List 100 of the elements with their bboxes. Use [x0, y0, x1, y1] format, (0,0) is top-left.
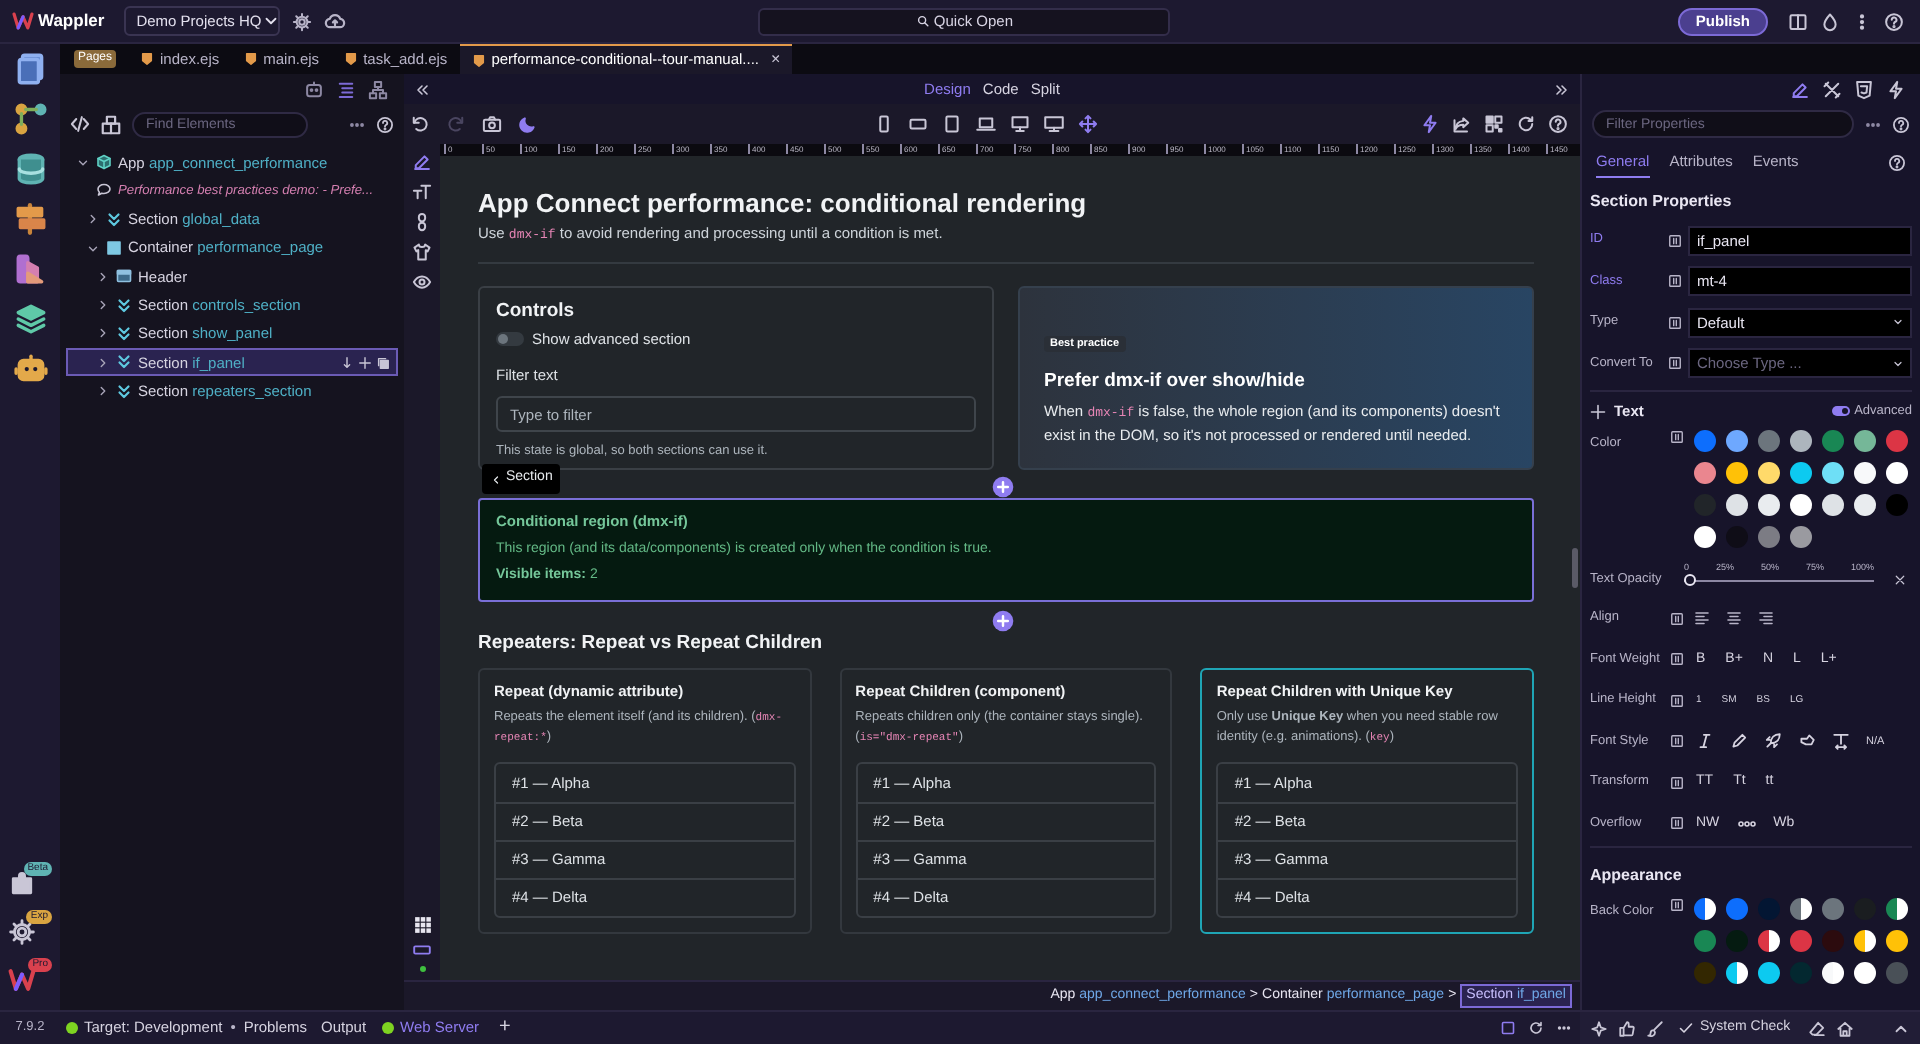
- lightning-icon[interactable]: [1420, 114, 1440, 134]
- binding-icon[interactable]: [1668, 274, 1683, 289]
- eye-icon[interactable]: [412, 272, 432, 292]
- css-icon[interactable]: [1854, 79, 1874, 99]
- binding-icon[interactable]: [1670, 693, 1684, 708]
- add-button[interactable]: [992, 476, 1014, 498]
- help-icon[interactable]: [1884, 11, 1904, 31]
- help-icon[interactable]: [1892, 115, 1910, 133]
- undo-icon[interactable]: [410, 114, 430, 134]
- arrow-down-icon[interactable]: [340, 355, 354, 370]
- plus-icon[interactable]: [358, 355, 372, 370]
- help-icon[interactable]: [376, 115, 394, 133]
- color-swatch[interactable]: [1886, 898, 1908, 920]
- droplet-icon[interactable]: [1820, 11, 1840, 31]
- color-swatch[interactable]: [1694, 898, 1716, 920]
- phone-icon[interactable]: [874, 114, 894, 134]
- binding-icon[interactable]: [1670, 611, 1684, 626]
- align-center-icon[interactable]: [1726, 610, 1742, 627]
- color-swatch[interactable]: [1726, 962, 1748, 984]
- color-swatch[interactable]: [1790, 494, 1812, 516]
- binding-icon[interactable]: [1670, 734, 1684, 749]
- color-swatch[interactable]: [1758, 526, 1780, 548]
- switch-icon[interactable]: [1832, 406, 1851, 416]
- cloud-upload-icon[interactable]: [324, 10, 347, 32]
- tablet-icon[interactable]: [942, 114, 962, 134]
- monitor-icon[interactable]: [1044, 114, 1064, 134]
- slider-thumb[interactable]: [1684, 574, 1696, 587]
- moon-icon[interactable]: [518, 114, 538, 134]
- shirt-icon[interactable]: [412, 242, 432, 262]
- square-icon[interactable]: [1500, 1020, 1516, 1036]
- color-swatch[interactable]: [1790, 930, 1812, 952]
- chevron-down-icon[interactable]: [86, 241, 100, 256]
- qr-icon[interactable]: [1484, 114, 1504, 134]
- binding-icon[interactable]: [1668, 315, 1683, 330]
- color-swatch[interactable]: [1822, 494, 1844, 516]
- robot-icon[interactable]: [304, 79, 324, 99]
- color-swatch[interactable]: [1886, 962, 1908, 984]
- collapse-left-icon[interactable]: [414, 81, 430, 97]
- pencil-icon[interactable]: [1730, 732, 1748, 751]
- add-button[interactable]: +: [499, 1018, 511, 1038]
- text-size-icon[interactable]: [412, 182, 432, 202]
- color-swatch[interactable]: [1694, 430, 1716, 452]
- flow-icon[interactable]: [13, 102, 47, 136]
- binding-icon[interactable]: [1670, 430, 1684, 444]
- color-swatch[interactable]: [1854, 930, 1876, 952]
- align-left-icon[interactable]: [1694, 610, 1710, 627]
- chevron-right-icon[interactable]: [96, 326, 110, 341]
- slider-track[interactable]: [1684, 574, 1874, 587]
- color-swatch[interactable]: [1758, 462, 1780, 484]
- chevron-right-icon[interactable]: [96, 355, 110, 370]
- edit-icon[interactable]: [412, 152, 432, 172]
- lightning-icon[interactable]: [1886, 79, 1906, 99]
- binding-icon[interactable]: [1670, 898, 1684, 912]
- toggle-switch[interactable]: [496, 332, 524, 347]
- italic-icon[interactable]: [1696, 732, 1714, 751]
- add-button[interactable]: [992, 610, 1014, 632]
- copy-icon[interactable]: [376, 355, 390, 370]
- chevron-right-icon[interactable]: [86, 212, 100, 227]
- link-icon[interactable]: [412, 212, 432, 232]
- binding-icon[interactable]: [1670, 652, 1684, 667]
- laptop-icon[interactable]: [976, 114, 996, 134]
- database-icon[interactable]: [13, 152, 47, 186]
- move-icon[interactable]: [1078, 114, 1098, 134]
- share-icon[interactable]: [1452, 114, 1472, 134]
- collapse-right-icon[interactable]: [1554, 81, 1570, 97]
- tree-icon[interactable]: [368, 79, 388, 99]
- color-swatch[interactable]: [1758, 962, 1780, 984]
- layout-icon[interactable]: [1788, 11, 1808, 31]
- refresh-icon[interactable]: [1528, 1020, 1544, 1036]
- color-swatch[interactable]: [1790, 526, 1812, 548]
- color-swatch[interactable]: [1854, 962, 1876, 984]
- logo-icon[interactable]: [8, 966, 36, 994]
- hand-icon[interactable]: [1798, 732, 1816, 751]
- refresh-icon[interactable]: [1516, 114, 1536, 134]
- grid-icon[interactable]: [413, 916, 431, 934]
- binding-icon[interactable]: [1670, 775, 1684, 790]
- help-icon[interactable]: [1548, 114, 1568, 134]
- tools-icon[interactable]: [1822, 79, 1842, 99]
- brush-icon[interactable]: [1646, 1019, 1664, 1037]
- settings-icon[interactable]: [8, 918, 36, 946]
- chevron-right-icon[interactable]: [96, 269, 110, 284]
- color-swatch[interactable]: [1726, 462, 1748, 484]
- home-icon[interactable]: [1836, 1019, 1855, 1037]
- color-swatch[interactable]: [1694, 962, 1716, 984]
- binding-icon[interactable]: [1670, 816, 1684, 831]
- color-swatch[interactable]: [1726, 930, 1748, 952]
- color-swatch[interactable]: [1694, 526, 1716, 548]
- color-swatch[interactable]: [1790, 898, 1812, 920]
- rocket-icon[interactable]: [1764, 732, 1782, 751]
- color-swatch[interactable]: [1854, 494, 1876, 516]
- components-icon[interactable]: [100, 113, 122, 135]
- color-swatch[interactable]: [1694, 930, 1716, 952]
- clear-icon[interactable]: [1894, 573, 1906, 585]
- binding-icon[interactable]: [1668, 356, 1683, 371]
- chevron-right-icon[interactable]: [96, 384, 110, 399]
- color-swatch[interactable]: [1822, 962, 1844, 984]
- color-swatch[interactable]: [1886, 494, 1908, 516]
- color-swatch[interactable]: [1886, 462, 1908, 484]
- color-swatch[interactable]: [1758, 494, 1780, 516]
- close-button[interactable]: ×: [771, 48, 781, 72]
